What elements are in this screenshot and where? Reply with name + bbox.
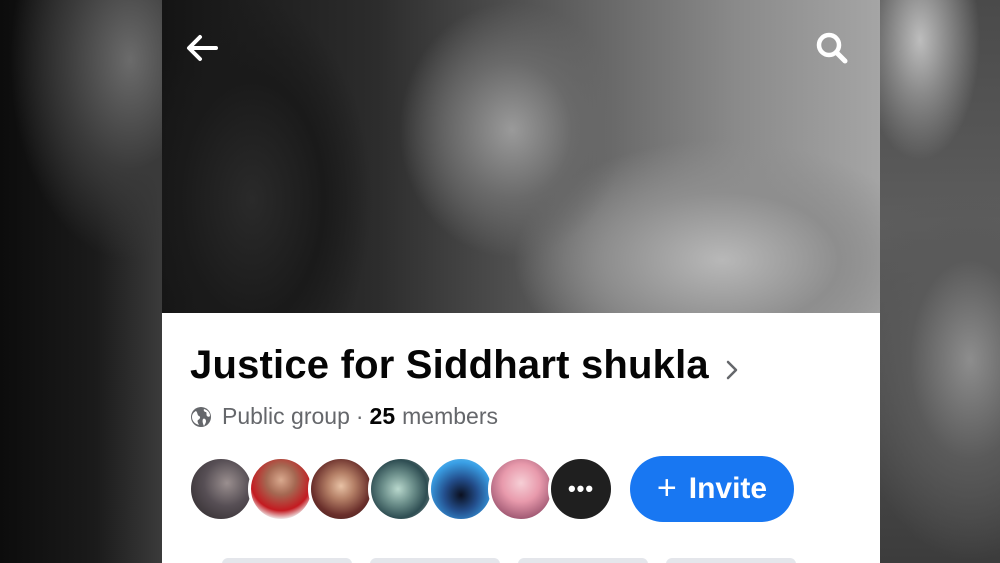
cover-photo bbox=[162, 0, 880, 313]
avatar[interactable] bbox=[488, 456, 554, 522]
more-members-button[interactable]: ••• bbox=[548, 456, 614, 522]
blurred-background-left bbox=[0, 0, 162, 563]
avatar[interactable] bbox=[368, 456, 434, 522]
blurred-background-right bbox=[880, 0, 1000, 563]
search-icon bbox=[812, 28, 852, 73]
group-title: Justice for Siddhart shukla bbox=[190, 343, 709, 387]
avatar[interactable] bbox=[248, 456, 314, 522]
group-info: Justice for Siddhart shukla Public group… bbox=[162, 313, 880, 563]
back-button[interactable] bbox=[178, 26, 226, 74]
plus-icon: + bbox=[656, 468, 677, 507]
search-button[interactable] bbox=[808, 26, 856, 74]
avatar[interactable] bbox=[428, 456, 494, 522]
members-label: members bbox=[402, 403, 498, 429]
globe-icon bbox=[190, 406, 212, 428]
avatar[interactable] bbox=[188, 456, 254, 522]
group-title-link[interactable]: Justice for Siddhart shukla bbox=[190, 343, 739, 388]
tab-chip[interactable] bbox=[518, 558, 648, 563]
avatar[interactable] bbox=[308, 456, 374, 522]
group-meta: Public group · 25 members bbox=[190, 403, 498, 430]
group-page: Justice for Siddhart shukla Public group… bbox=[162, 0, 880, 563]
chevron-right-icon bbox=[725, 359, 739, 381]
tab-chip[interactable] bbox=[222, 558, 352, 563]
tab-chip[interactable] bbox=[370, 558, 500, 563]
meta-separator: · bbox=[355, 403, 364, 429]
privacy-label: Public group bbox=[222, 403, 350, 429]
invite-label: Invite bbox=[688, 472, 768, 505]
more-icon: ••• bbox=[567, 476, 595, 501]
member-count: 25 bbox=[369, 403, 396, 429]
invite-button[interactable]: + Invite bbox=[630, 456, 794, 522]
tab-chip[interactable] bbox=[666, 558, 796, 563]
member-avatars: ••• + Invite bbox=[188, 456, 794, 522]
arrow-left-icon bbox=[182, 28, 222, 73]
